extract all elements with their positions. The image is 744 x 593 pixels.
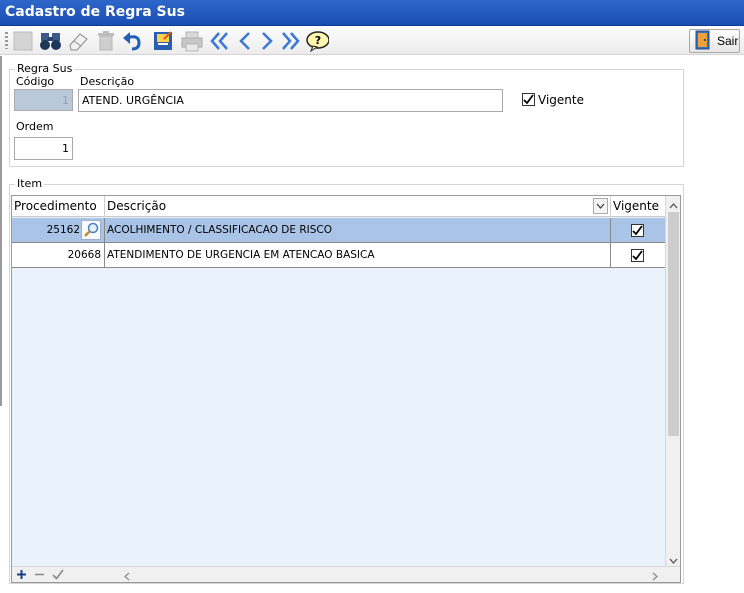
codigo-field: 1 [14,89,73,111]
toolbar-grip[interactable] [5,32,8,49]
help-icon[interactable]: ? [305,29,329,53]
window-left-edge [0,56,2,406]
vigente-label: Vigente [538,93,584,107]
new-icon[interactable] [11,29,35,53]
find-icon[interactable] [39,29,63,53]
next-icon[interactable] [255,29,279,53]
grid-footer [12,566,680,582]
scroll-right-icon[interactable] [652,571,658,584]
grid-header: Procedimento Descrição Vigente [12,196,665,217]
ordem-label: Ordem [16,120,54,133]
check-icon [52,569,64,580]
header-divider [104,196,105,217]
check-icon [632,250,643,261]
exit-button[interactable]: Sair [689,29,740,53]
magnifier-icon [84,222,99,237]
regra-sus-legend: Regra Sus [15,62,75,75]
cell-descricao: ATENDIMENTO DE URGENCIA EM ATENCAO BASIC… [107,249,375,261]
header-divider [610,196,611,217]
item-legend: Item [15,177,45,190]
column-header-vigente[interactable]: Vigente [613,199,659,213]
cell-divider [104,218,105,242]
previous-icon[interactable] [233,29,257,53]
cell-divider [610,218,611,242]
cell-descricao: ACOLHIMENTO / CLASSIFICACAO DE RISCO [107,224,333,236]
vigente-checkbox[interactable] [522,93,535,106]
lookup-button[interactable] [81,220,101,240]
cell-divider [610,243,611,267]
column-filter-dropdown[interactable] [593,198,608,214]
descricao-label: Descrição [80,75,135,88]
codigo-label: Código [16,75,55,88]
minus-icon [34,573,44,576]
toolbar: ? Sair [0,26,744,55]
check-icon [632,225,643,236]
ordem-field[interactable]: 1 [14,137,73,160]
column-header-procedimento[interactable]: Procedimento [14,199,97,213]
plus-icon [16,570,26,579]
cell-procedimento: 20668 [67,249,101,261]
svg-text:?: ? [315,34,321,47]
scroll-up-icon[interactable] [669,199,678,212]
confirm-row-button[interactable] [50,567,66,582]
descricao-field[interactable]: ATEND. URGÊNCIA [78,89,503,112]
window-title: Cadastro de Regra Sus [0,0,744,26]
cell-divider [104,243,105,267]
exit-button-label: Sair [717,34,739,48]
add-row-button[interactable] [13,567,29,582]
row-vigente-checkbox[interactable] [631,249,644,262]
column-header-descricao[interactable]: Descrição [107,199,166,213]
vertical-scrollbar[interactable] [665,196,680,566]
save-icon[interactable] [151,29,175,53]
table-row[interactable]: 20668 ATENDIMENTO DE URGENCIA EM ATENCAO… [12,243,665,268]
delete-icon[interactable] [94,29,118,53]
row-vigente-checkbox[interactable] [631,224,644,237]
check-icon [523,94,534,105]
cell-procedimento: 25162 [46,224,80,236]
chevron-down-icon [596,203,605,209]
scroll-left-icon[interactable] [124,571,130,584]
first-icon[interactable] [208,29,232,53]
print-icon[interactable] [180,29,204,53]
last-icon[interactable] [278,29,302,53]
scrollbar-thumb[interactable] [668,212,679,436]
remove-row-button[interactable] [31,567,47,582]
eraser-icon[interactable] [66,29,90,53]
door-icon [693,30,713,53]
undo-icon[interactable] [121,29,145,53]
table-row[interactable]: 25162 ACOLHIMENTO / CLASSIFICACAO DE RIS… [12,218,665,243]
items-grid: Procedimento Descrição Vigente 25162 ACO… [11,195,681,583]
